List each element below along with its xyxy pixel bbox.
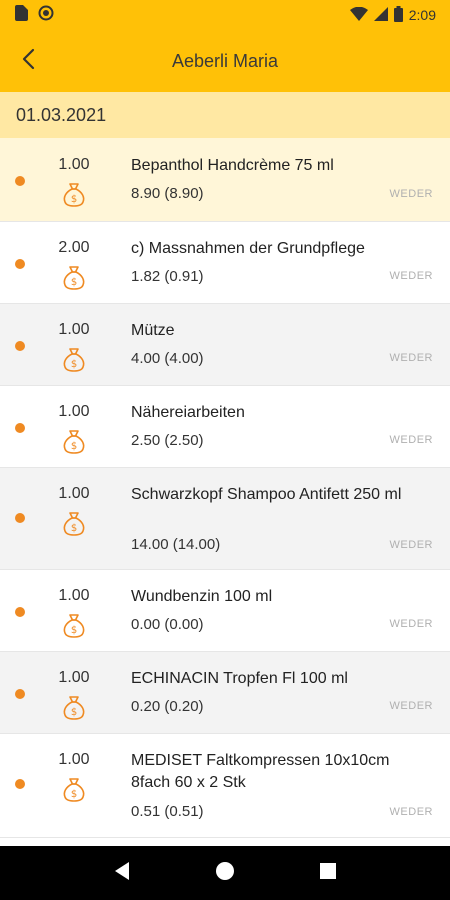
list-item[interactable]: 1.00 $ Schwarzkopf Shampoo Antifett 250 … <box>0 468 450 570</box>
item-price: 4.00 (4.00) <box>131 350 204 367</box>
app-bar: Aeberli Maria <box>0 30 450 92</box>
item-quantity: 1.00 <box>58 669 90 686</box>
money-bag-icon: $ <box>60 693 88 721</box>
money-bag-icon: $ <box>60 775 88 803</box>
money-bag-icon: $ <box>60 509 88 537</box>
svg-text:$: $ <box>71 441 77 452</box>
status-dot <box>15 341 25 351</box>
status-dot <box>15 176 25 186</box>
status-dot <box>15 513 25 523</box>
item-quantity: 1.00 <box>58 403 90 420</box>
back-arrow-icon <box>21 48 35 75</box>
item-price: 0.51 (0.51) <box>131 803 204 820</box>
list-item[interactable]: 1.00 $ Wundbenzin 100 ml 0.00 (0.00) WED… <box>0 570 450 652</box>
money-bag-icon: $ <box>60 611 88 639</box>
nav-recents-button[interactable] <box>308 853 348 893</box>
page-title: Aeberli Maria <box>171 50 279 71</box>
date-label: 01.03.2021 <box>16 104 107 125</box>
svg-text:$: $ <box>71 194 77 205</box>
square-recents-icon <box>319 862 337 885</box>
item-quantity: 1.00 <box>58 321 90 338</box>
circle-home-icon <box>215 861 235 886</box>
item-price: 0.20 (0.20) <box>131 698 204 715</box>
sim-card-icon <box>14 4 28 26</box>
money-bag-icon: $ <box>60 263 88 291</box>
svg-text:$: $ <box>71 707 77 718</box>
item-name: Bepanthol Handcrème 75 ml <box>131 157 334 174</box>
triangle-back-icon <box>113 861 131 886</box>
status-dot <box>15 779 25 789</box>
money-bag-icon: $ <box>60 180 88 208</box>
item-name: Nähereiarbeiten <box>131 404 245 421</box>
item-price: 2.50 (2.50) <box>131 432 204 449</box>
money-bag-icon: $ <box>60 345 88 373</box>
status-dot <box>15 423 25 433</box>
item-name: Schwarzkopf Shampoo Antifett 250 ml <box>131 486 402 503</box>
list-item[interactable]: 1.00 $ Bepanthol Handcrème 75 ml 8.90 (8… <box>0 138 450 222</box>
status-time: 2:09 <box>408 7 436 23</box>
wifi-icon <box>349 6 368 24</box>
svg-text:$: $ <box>71 359 77 370</box>
list-item[interactable]: 1.00 $ MEDISET Faltkompressen 10x10cm 8f… <box>0 734 450 838</box>
item-quantity: 1.00 <box>58 751 90 768</box>
item-list: 1.00 $ Bepanthol Handcrème 75 ml 8.90 (8… <box>0 138 450 838</box>
date-header: 01.03.2021 <box>0 92 450 138</box>
status-dot <box>15 607 25 617</box>
list-item[interactable]: 2.00 $ c) Massnahmen der Grundpflege 1.8… <box>0 222 450 304</box>
item-name: ECHINACIN Tropfen Fl 100 ml <box>131 670 348 687</box>
item-price: 1.82 (0.91) <box>131 268 204 285</box>
list-item[interactable]: 1.00 $ ECHINACIN Tropfen Fl 100 ml 0.20 … <box>0 652 450 734</box>
list-item[interactable]: 1.00 $ Mütze 4.00 (4.00) WEDER <box>0 304 450 386</box>
item-name: Wundbenzin 100 ml <box>131 588 273 605</box>
svg-text:$: $ <box>71 277 77 288</box>
item-quantity: 1.00 <box>58 587 90 604</box>
svg-text:$: $ <box>71 789 77 800</box>
item-price: 8.90 (8.90) <box>131 185 204 202</box>
circle-notification-icon <box>38 5 54 26</box>
signal-icon <box>373 6 388 24</box>
battery-icon <box>393 5 403 25</box>
item-tag: WEDER <box>389 188 433 200</box>
item-price: 0.00 (0.00) <box>131 616 204 633</box>
item-quantity: 2.00 <box>58 239 90 256</box>
item-tag: WEDER <box>389 539 433 551</box>
money-bag-icon: $ <box>60 427 88 455</box>
status-bar: 2:09 <box>0 0 450 30</box>
item-tag: WEDER <box>389 352 433 364</box>
item-name: c) Massnahmen der Grundpflege <box>131 240 365 257</box>
svg-text:$: $ <box>71 625 77 636</box>
item-name: MEDISET Faltkompressen 10x10cm 8fach 60 … <box>131 752 390 791</box>
item-quantity: 1.00 <box>58 485 90 502</box>
item-tag: WEDER <box>389 618 433 630</box>
status-dot <box>15 259 25 269</box>
item-name: Mütze <box>131 322 175 339</box>
system-nav-bar <box>0 846 450 900</box>
nav-home-button[interactable] <box>205 853 245 893</box>
item-quantity: 1.00 <box>58 156 90 173</box>
status-dot <box>15 689 25 699</box>
item-tag: WEDER <box>389 270 433 282</box>
svg-text:$: $ <box>71 523 77 534</box>
item-tag: WEDER <box>389 700 433 712</box>
back-button[interactable] <box>0 30 56 92</box>
item-tag: WEDER <box>389 806 433 818</box>
item-price: 14.00 (14.00) <box>131 536 221 553</box>
list-item[interactable]: 1.00 $ Nähereiarbeiten 2.50 (2.50) WEDER <box>0 386 450 468</box>
nav-back-button[interactable] <box>102 853 142 893</box>
item-tag: WEDER <box>389 434 433 446</box>
